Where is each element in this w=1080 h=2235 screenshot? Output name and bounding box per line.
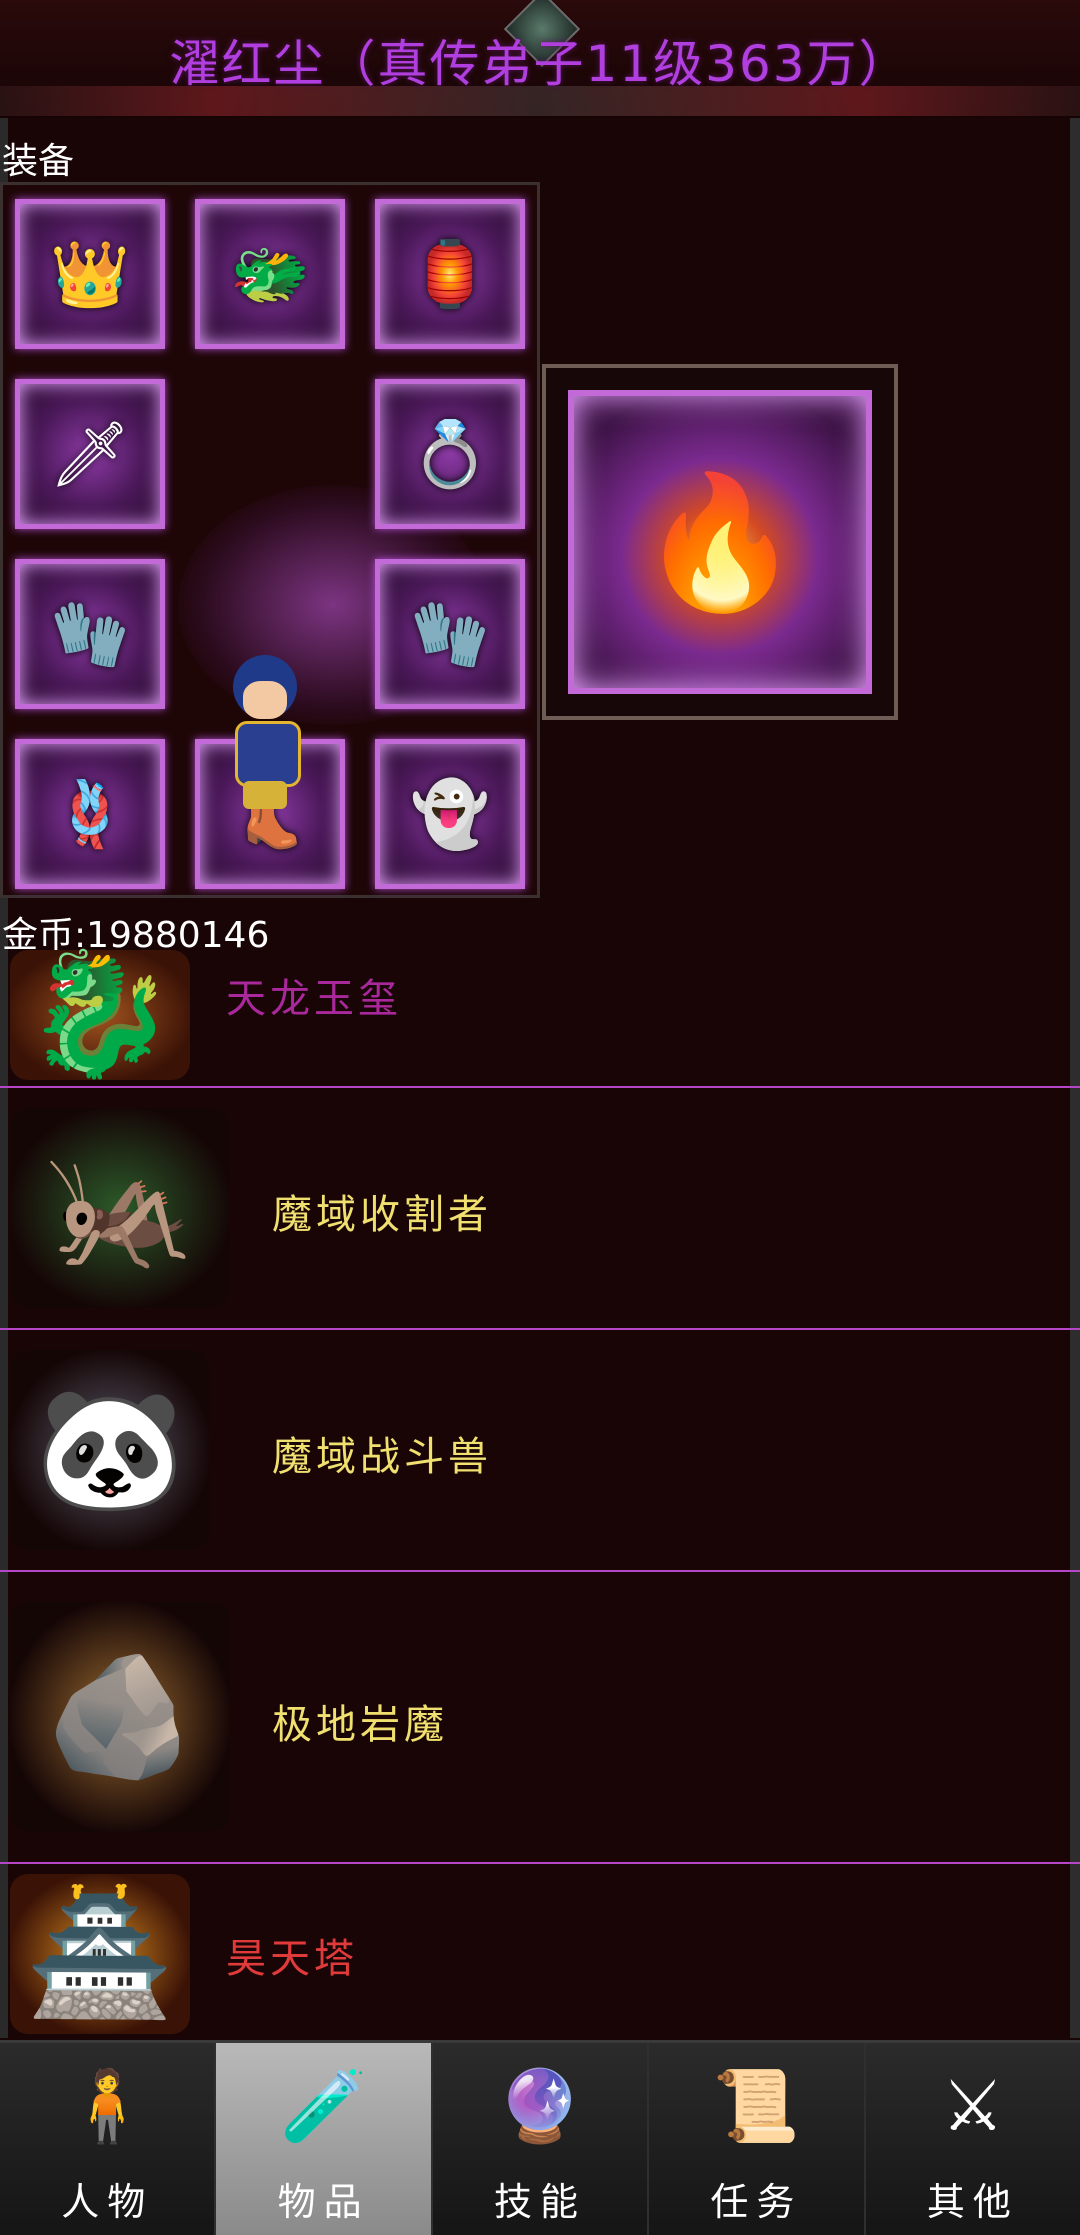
skill-orb-icon: 🔮 — [496, 2065, 584, 2147]
page-title: 濯红尘（真传弟子11级363万） — [169, 35, 911, 93]
potion-icon: 🧪 — [280, 2065, 368, 2147]
red-ring-icon: 💍 — [410, 417, 490, 492]
avatar-legs — [243, 781, 287, 809]
misc-sword-icon: ⚔ — [941, 2065, 1005, 2147]
avatar-body — [235, 721, 301, 787]
quest-scroll-icon: 📜 — [712, 2065, 800, 2147]
item-name: 天龙玉玺 — [226, 976, 402, 1022]
beast-spirit-icon: 👻 — [410, 777, 490, 852]
rock-golem-icon: 🪨 — [10, 1602, 230, 1832]
tab-quests[interactable]: 📜 任务 — [649, 2043, 866, 2235]
list-item[interactable]: 🪨 极地岩魔 — [0, 1572, 1080, 1864]
mount-slot[interactable]: 🔥 — [542, 364, 898, 720]
equip-slot-7[interactable]: 🧤 — [375, 559, 525, 709]
bottom-nav: 🧍 人物 🧪 物品 🔮 技能 📜 任务 ⚔ 其他 — [0, 2040, 1080, 2235]
equip-slot-10[interactable]: 👻 — [375, 739, 525, 889]
equip-slot-4[interactable]: 🗡 — [15, 379, 165, 529]
lantern-amulet-icon: 🏮 — [410, 237, 490, 312]
tab-label: 技能 — [494, 2180, 587, 2224]
phoenix-mount-icon: 🔥 — [639, 465, 801, 618]
header-bar: 濯红尘（真传弟子11级363万） — [0, 0, 1080, 118]
reaper-beetle-icon: 🦗 — [10, 1108, 230, 1308]
equip-slot-1[interactable]: 👑 — [15, 199, 165, 349]
equip-slot-6[interactable]: 🧤 — [15, 559, 165, 709]
golden-sword-icon: 🗡 — [49, 417, 131, 492]
equip-slot-3[interactable]: 🏮 — [375, 199, 525, 349]
equip-slot-8[interactable]: 🪢 — [15, 739, 165, 889]
tab-label: 任务 — [710, 2180, 803, 2224]
list-item[interactable]: 🦗 魔域收割者 — [0, 1088, 1080, 1330]
mount-slot-frame: 🔥 — [568, 390, 872, 694]
tab-skills[interactable]: 🔮 技能 — [432, 2043, 650, 2235]
tab-label: 其他 — [926, 2180, 1019, 2224]
battle-beast-icon: 🐼 — [10, 1350, 210, 1550]
character-icon: 🧍 — [63, 2065, 151, 2147]
item-name: 魔域战斗兽 — [272, 1434, 492, 1480]
tab-other[interactable]: ⚔ 其他 — [865, 2043, 1080, 2235]
tab-character[interactable]: 🧍 人物 — [0, 2043, 217, 2235]
character-avatar[interactable] — [215, 655, 315, 815]
jade-seal-icon: 🐉 — [10, 945, 190, 1084]
bracer-left-icon: 🧤 — [50, 597, 130, 672]
item-name: 昊天塔 — [226, 1936, 358, 1982]
list-item[interactable]: 🐼 魔域战斗兽 — [0, 1330, 1080, 1572]
tab-items[interactable]: 🧪 物品 — [216, 2043, 433, 2235]
bracer-right-icon: 🧤 — [410, 597, 490, 672]
dragon-helmet-icon: 🐲 — [230, 237, 310, 312]
equipment-label: 装备 — [2, 141, 75, 182]
tab-label: 人物 — [61, 2180, 154, 2224]
equipment-grid: 👑 🐲 🏮 🗡 💍 🧤 🧤 🪢 👢 👻 — [0, 182, 540, 898]
tab-label: 物品 — [277, 2180, 370, 2224]
item-name: 极地岩魔 — [272, 1702, 448, 1748]
avatar-face — [243, 681, 287, 719]
equip-slot-5[interactable]: 💍 — [375, 379, 525, 529]
equip-slot-2[interactable]: 🐲 — [195, 199, 345, 349]
heaven-tower-icon: 🏯 — [10, 1874, 190, 2034]
list-item[interactable]: 🏯 昊天塔 — [0, 1864, 1080, 2040]
item-name: 魔域收割者 — [272, 1192, 492, 1238]
belt-icon: 🪢 — [50, 777, 130, 852]
list-item[interactable]: 🐉 天龙玉玺 — [0, 945, 1080, 1088]
crown-armor-icon: 👑 — [50, 237, 130, 312]
